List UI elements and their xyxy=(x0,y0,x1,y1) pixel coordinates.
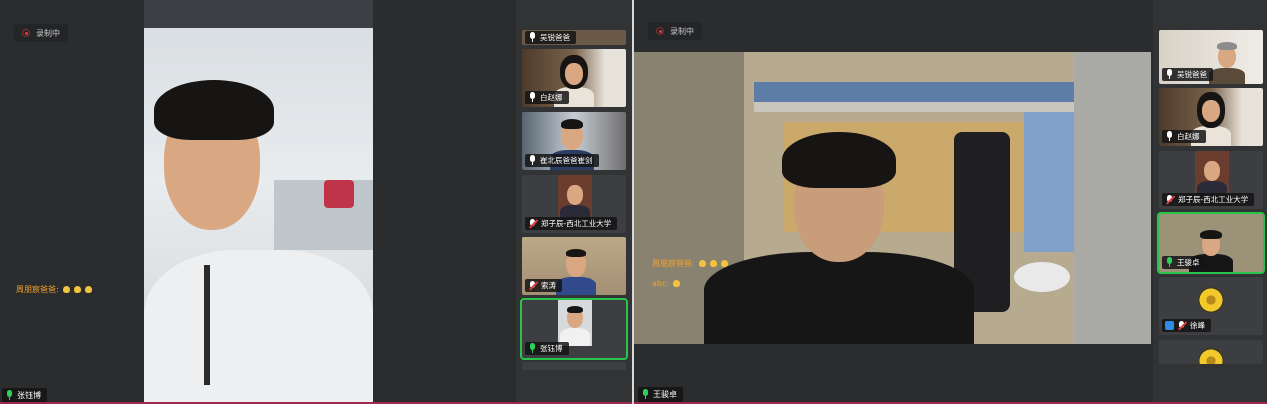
participant-name-tag: 崔北辰爸爸崔剑 xyxy=(525,154,599,167)
main-speaker-name: 张钰博 xyxy=(17,391,41,400)
clap-emoji-icon xyxy=(84,286,92,293)
recording-label: 录制中 xyxy=(36,28,60,38)
participant-tile[interactable]: 崔北辰爸爸崔剑 xyxy=(522,112,626,170)
microphone-muted-icon xyxy=(528,280,538,291)
speaker-person xyxy=(144,80,373,404)
washbasin xyxy=(1014,262,1070,292)
clap-emoji-icon xyxy=(73,286,81,293)
participant-name-tag: 吴锐爸爸 xyxy=(525,31,576,44)
participant-name: 吴锐爸爸 xyxy=(1177,70,1207,79)
chat-bubble: 周朋宸爸爸: xyxy=(652,258,728,269)
ceiling-shelf xyxy=(144,0,373,28)
microphone-icon xyxy=(5,390,14,401)
clap-emoji-icon xyxy=(673,280,681,287)
microphone-icon xyxy=(1165,257,1174,268)
participant-name-tag: 吴锐爸爸 xyxy=(1162,68,1213,81)
microphone-icon xyxy=(1165,131,1174,142)
main-video-feed[interactable] xyxy=(634,52,1151,344)
participant-tile[interactable] xyxy=(522,362,626,370)
sunflower-avatar-icon xyxy=(1198,287,1224,313)
participant-tile[interactable]: 白赵娜 xyxy=(522,49,626,107)
participant-name-tag: 张钰博 xyxy=(525,342,569,355)
bed-rail xyxy=(754,102,1074,112)
clap-emoji-icon xyxy=(720,260,728,267)
recording-label: 录制中 xyxy=(670,26,694,36)
clap-emoji-icon xyxy=(698,260,706,267)
clap-emoji-icon xyxy=(62,286,70,293)
participant-name-tag: 郑子辰-西北工业大学 xyxy=(1162,193,1255,206)
meeting-window-left: 录制中 周朋宸爸爸: 张钰博 吴锐爸爸 白赵娜 崔北辰爸爸崔剑 郑子辰-西北工业… xyxy=(0,0,632,404)
participant-name-tag: 白赵娜 xyxy=(525,91,569,104)
participant-strip[interactable]: 吴锐爸爸 白赵娜 崔北辰爸爸崔剑 郑子辰-西北工业大学 索涛 张钰博 xyxy=(516,0,632,404)
participant-name-tag: 王骏卓 xyxy=(1162,256,1206,269)
microphone-muted-icon xyxy=(528,218,538,229)
background-wall-right xyxy=(1074,52,1151,344)
participant-name: 王骏卓 xyxy=(1177,258,1200,267)
participant-name: 索涛 xyxy=(541,281,556,290)
microphone-muted-icon xyxy=(1177,320,1187,331)
bunk-bed xyxy=(754,82,1074,102)
participant-name: 白赵娜 xyxy=(540,93,563,102)
participant-name: 崔北辰爸爸崔剑 xyxy=(540,156,593,165)
microphone-icon xyxy=(528,32,537,43)
participant-tile[interactable]: 郑子辰-西北工业大学 xyxy=(522,175,626,233)
main-video-feed[interactable] xyxy=(144,0,373,404)
participant-name: 郑子辰-西北工业大学 xyxy=(1178,195,1249,204)
video-thumbnail xyxy=(558,175,592,221)
recording-indicator[interactable]: 录制中 xyxy=(14,24,68,42)
participant-tile[interactable]: 郑子辰-西北工业大学 xyxy=(1159,151,1263,209)
meeting-window-right: 录制中 周朋宸爸爸: abc: 王骏卓 吴锐爸爸 白赵娜 郑子辰-西北工业大学 … xyxy=(634,0,1267,404)
recording-indicator[interactable]: 录制中 xyxy=(648,22,702,40)
participant-name-tag: 徐峰 xyxy=(1162,319,1211,332)
participant-name: 郑子辰-西北工业大学 xyxy=(541,219,612,228)
video-thumbnail xyxy=(1195,151,1229,197)
participant-name-tag: 郑子辰-西北工业大学 xyxy=(525,217,618,230)
main-speaker-tag: 王骏卓 xyxy=(638,387,683,402)
chat-message: 周朋宸爸爸: xyxy=(16,285,59,294)
participant-tile[interactable] xyxy=(1159,340,1263,364)
user-badge-icon xyxy=(1165,321,1174,330)
sunflower-avatar-icon xyxy=(1198,348,1224,364)
microphone-icon xyxy=(528,92,537,103)
participant-tile[interactable]: 吴锐爸爸 xyxy=(522,30,626,45)
participant-tile[interactable]: 徐峰 xyxy=(1159,277,1263,335)
participant-strip[interactable]: 吴锐爸爸 白赵娜 郑子辰-西北工业大学 王骏卓 徐峰 xyxy=(1153,0,1267,404)
participant-name-tag: 索涛 xyxy=(525,279,562,292)
chat-bubble: abc: xyxy=(652,279,681,288)
participant-tile[interactable]: 白赵娜 xyxy=(1159,88,1263,146)
participant-tile-active[interactable]: 张钰博 xyxy=(520,298,628,360)
participant-name-tag: 白赵娜 xyxy=(1162,130,1206,143)
microphone-icon xyxy=(641,389,650,400)
microphone-icon xyxy=(1165,69,1174,80)
participant-name: 张钰博 xyxy=(540,344,563,353)
main-speaker-tag: 张钰博 xyxy=(2,388,47,403)
main-speaker-name: 王骏卓 xyxy=(653,390,677,399)
record-icon xyxy=(22,29,30,37)
record-icon xyxy=(656,27,664,35)
participant-tile[interactable]: 索涛 xyxy=(522,237,626,295)
speaker-person xyxy=(704,132,974,344)
microphone-muted-icon xyxy=(1165,194,1175,205)
participant-name: 白赵娜 xyxy=(1177,132,1200,141)
participant-name: 徐峰 xyxy=(1190,321,1205,330)
chat-bubble: 周朋宸爸爸: xyxy=(16,284,92,295)
participant-name: 吴锐爸爸 xyxy=(540,33,570,42)
participant-tile[interactable]: 吴锐爸爸 xyxy=(1159,30,1263,84)
participant-person xyxy=(556,247,596,295)
clap-emoji-icon xyxy=(709,260,717,267)
participant-tile-active[interactable]: 王骏卓 xyxy=(1157,212,1265,274)
microphone-icon xyxy=(528,155,537,166)
chat-message: abc: xyxy=(652,279,670,288)
chat-message: 周朋宸爸爸: xyxy=(652,259,695,268)
video-thumbnail xyxy=(558,300,592,346)
participant-person xyxy=(1209,42,1245,84)
microphone-icon xyxy=(528,343,537,354)
